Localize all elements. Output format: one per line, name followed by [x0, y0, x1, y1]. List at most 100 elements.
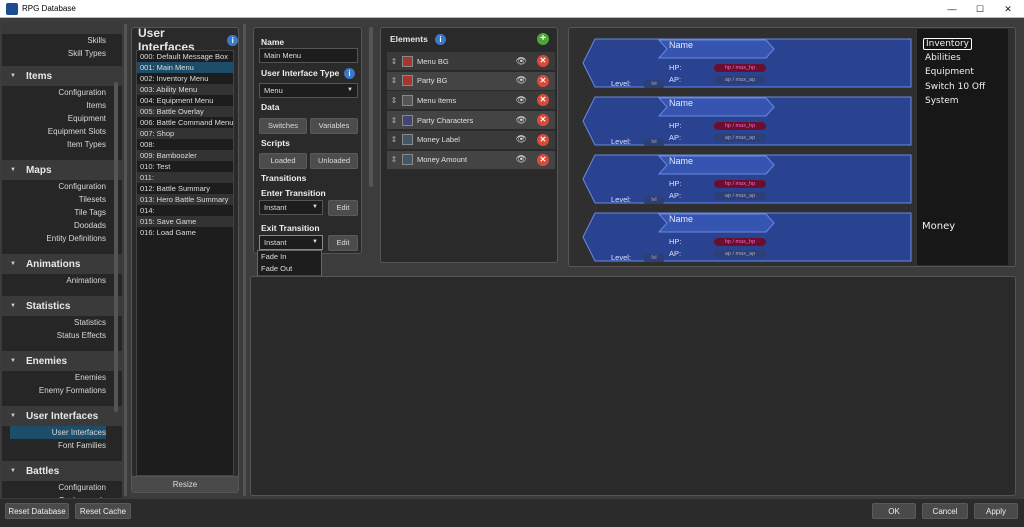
delete-icon[interactable]: ✕ — [537, 133, 549, 146]
enter-edit-button[interactable]: Edit — [328, 200, 358, 216]
nav-section-animations[interactable]: ▼ Animations — [2, 254, 122, 274]
nav-scrollbar[interactable] — [114, 82, 118, 412]
nav-item[interactable]: Configuration — [2, 180, 122, 193]
splitter[interactable] — [124, 24, 127, 496]
info-icon[interactable]: i — [227, 34, 238, 46]
drag-handle-icon[interactable]: ⇕ — [390, 76, 398, 85]
eye-icon[interactable]: 👁 — [516, 75, 527, 86]
element-row[interactable]: ⇕ Money Label 👁 ✕ — [387, 130, 555, 149]
ui-list-item[interactable]: 002: Inventory Menu — [137, 73, 233, 84]
eye-icon[interactable]: 👁 — [516, 95, 527, 106]
nav-item[interactable]: Configuration — [2, 481, 122, 494]
close-button[interactable]: ✕ — [994, 0, 1022, 18]
nav-item[interactable]: Status Effects — [2, 329, 122, 342]
variables-button[interactable]: Variables — [310, 118, 358, 134]
nav-item[interactable]: Equipment Slots — [2, 125, 122, 138]
drag-handle-icon[interactable]: ⇕ — [390, 57, 398, 66]
element-row[interactable]: ⇕ Party BG 👁 ✕ — [387, 71, 555, 90]
delete-icon[interactable]: ✕ — [537, 153, 549, 166]
nav-item[interactable]: Animations — [2, 274, 122, 287]
ui-list-item[interactable]: 003: Ability Menu — [137, 84, 233, 95]
nav-item[interactable]: Tilesets — [2, 193, 122, 206]
nav-item[interactable]: Font Families — [2, 439, 122, 452]
splitter[interactable] — [243, 24, 246, 496]
drag-handle-icon[interactable]: ⇕ — [390, 116, 398, 125]
nav-section-enemies[interactable]: ▼ Enemies — [2, 351, 122, 371]
minimize-button[interactable]: — — [938, 0, 966, 18]
nav-item[interactable]: Tile Tags — [2, 206, 122, 219]
name-field[interactable]: Main Menu — [259, 48, 358, 63]
nav-item[interactable]: Backgrounds — [2, 494, 122, 498]
nav-section-battles[interactable]: ▼ Battles — [2, 461, 122, 481]
ui-list-item[interactable]: 012: Battle Summary — [137, 183, 233, 194]
ui-list-item[interactable]: 013: Hero Battle Summary — [137, 194, 233, 205]
eye-icon[interactable]: 👁 — [516, 56, 527, 67]
transitions-label: Transitions — [261, 173, 307, 183]
nav-section-items[interactable]: ▼ Items — [2, 66, 122, 86]
nav-item[interactable]: Item Types — [2, 138, 122, 151]
ui-list-item[interactable]: 014: — [137, 205, 233, 216]
nav-section-statistics[interactable]: ▼ Statistics — [2, 296, 122, 316]
apply-button[interactable]: Apply — [974, 503, 1018, 519]
loaded-button[interactable]: Loaded — [259, 153, 307, 169]
delete-icon[interactable]: ✕ — [537, 114, 549, 127]
nav-item[interactable]: Entity Definitions — [2, 232, 122, 245]
drag-handle-icon[interactable]: ⇕ — [390, 155, 398, 164]
nav-section-title: Battles — [25, 465, 60, 477]
nav-section-title: Statistics — [25, 300, 71, 312]
ui-list-item[interactable]: 015: Save Game — [137, 216, 233, 227]
ui-list-item[interactable]: 016: Load Game — [137, 227, 233, 238]
nav-item-skills[interactable]: Skills — [2, 34, 122, 47]
drag-handle-icon[interactable]: ⇕ — [390, 135, 398, 144]
nav-section-maps[interactable]: ▼ Maps — [2, 160, 122, 180]
ui-list-item[interactable]: 010: Test — [137, 161, 233, 172]
nav-item[interactable]: Statistics — [2, 316, 122, 329]
ui-list-item[interactable]: 000: Default Message Box — [137, 51, 233, 62]
info-icon[interactable]: i — [435, 34, 446, 45]
switches-button[interactable]: Switches — [259, 118, 307, 134]
ui-list-item[interactable]: 011: — [137, 172, 233, 183]
dropdown-option[interactable]: Fade In — [258, 251, 321, 263]
ui-list-item[interactable]: 004: Equipment Menu — [137, 95, 233, 106]
nav-item[interactable]: Enemy Formations — [2, 384, 122, 397]
element-row[interactable]: ⇕ Party Characters 👁 ✕ — [387, 111, 555, 130]
cancel-button[interactable]: Cancel — [922, 503, 968, 519]
nav-item[interactable]: User Interfaces — [10, 426, 106, 439]
nav-item-skill-types[interactable]: Skill Types — [2, 47, 122, 60]
ui-list-item[interactable]: 008: — [137, 139, 233, 150]
resize-button[interactable]: Resize — [132, 476, 238, 492]
ui-list-item[interactable]: 009: Bamboozler — [137, 150, 233, 161]
nav-item[interactable]: Enemies — [2, 371, 122, 384]
nav-item[interactable]: Equipment — [2, 112, 122, 125]
delete-icon[interactable]: ✕ — [537, 55, 549, 67]
maximize-button[interactable]: ☐ — [966, 0, 994, 18]
dropdown-option[interactable]: Fade Out — [258, 263, 321, 275]
nav-section-user-interfaces[interactable]: ▼ User Interfaces — [2, 406, 122, 426]
nav-item[interactable]: Doodads — [2, 219, 122, 232]
nav-item[interactable]: Configuration — [2, 86, 122, 99]
props-scrollbar[interactable] — [369, 27, 373, 187]
ui-type-select[interactable]: Menu ▼ — [259, 83, 358, 98]
reset-cache-button[interactable]: Reset Cache — [75, 503, 131, 519]
eye-icon[interactable]: 👁 — [516, 115, 527, 126]
unloaded-button[interactable]: Unloaded — [310, 153, 358, 169]
add-element-button[interactable]: + — [537, 33, 549, 45]
element-row[interactable]: ⇕ Menu Items 👁 ✕ — [387, 91, 555, 110]
reset-database-button[interactable]: Reset Database — [5, 503, 69, 519]
enter-transition-select[interactable]: Instant ▼ — [259, 200, 323, 215]
eye-icon[interactable]: 👁 — [516, 154, 527, 165]
drag-handle-icon[interactable]: ⇕ — [390, 96, 398, 105]
exit-transition-select[interactable]: Instant ▼ — [259, 235, 323, 250]
exit-edit-button[interactable]: Edit — [328, 235, 358, 251]
ui-list-item[interactable]: 007: Shop — [137, 128, 233, 139]
eye-icon[interactable]: 👁 — [516, 134, 527, 145]
info-icon[interactable]: i — [344, 68, 355, 79]
ui-list-item[interactable]: 001: Main Menu — [137, 62, 233, 73]
ui-list-item[interactable]: 005: Battle Overlay — [137, 106, 233, 117]
nav-item[interactable]: Items — [2, 99, 122, 112]
element-row[interactable]: ⇕ Menu BG 👁 ✕ — [387, 52, 555, 70]
ok-button[interactable]: OK — [872, 503, 916, 519]
ui-list-item[interactable]: 006: Battle Command Menu — [137, 117, 233, 128]
delete-icon[interactable]: ✕ — [537, 74, 549, 87]
element-row[interactable]: ⇕ Money Amount 👁 ✕ — [387, 150, 555, 169]
